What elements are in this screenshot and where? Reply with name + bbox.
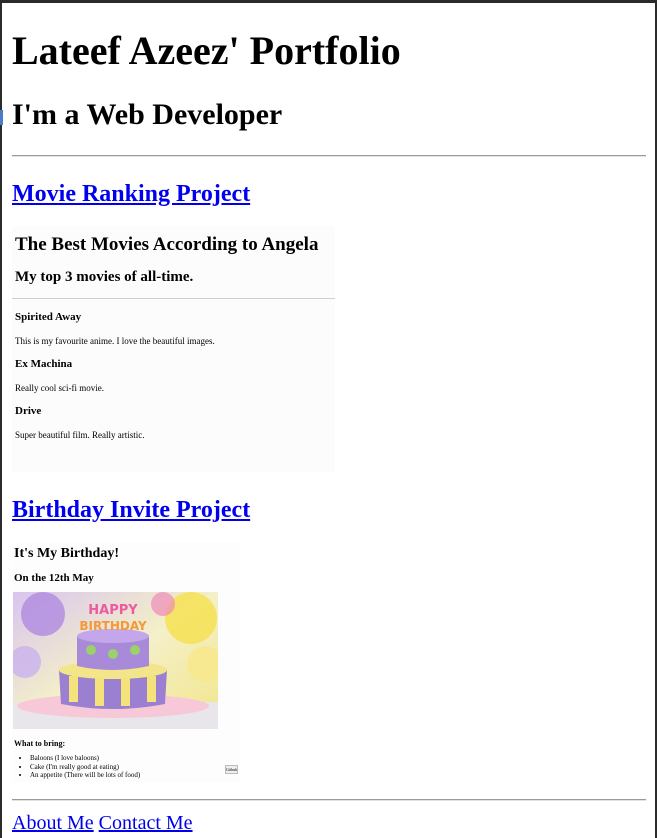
- birthday-preview-date: On the 12th May: [14, 572, 94, 584]
- birthday-preview-button[interactable]: Github: [225, 765, 238, 774]
- page-title: Lateef Azeez' Portfolio: [12, 28, 401, 73]
- bring-list-item: Cake (I'm really good at eating): [30, 763, 140, 772]
- birthday-preview-heading: It's My Birthday!: [14, 546, 119, 561]
- contact-me-link[interactable]: Contact Me: [99, 812, 193, 834]
- about-me-link[interactable]: About Me: [12, 812, 94, 834]
- bring-list-item: An appetite (There will be lots of food): [30, 771, 140, 780]
- what-to-bring-heading: What to bring:: [14, 739, 66, 748]
- movie-title: Spirited Away: [15, 311, 82, 323]
- movie-description: Really cool sci-fi movie.: [15, 383, 104, 393]
- movie-ranking-preview: The Best Movies According to Angela My t…: [12, 226, 335, 472]
- bring-list-item: Baloons (I love baloons): [30, 754, 140, 763]
- divider-bottom: [12, 799, 646, 801]
- movie-preview-divider: [12, 298, 335, 299]
- footer-nav: About Me Contact Me: [12, 811, 193, 835]
- svg-text:HAPPY: HAPPY: [88, 603, 138, 618]
- selection-edge-marker: [0, 110, 3, 125]
- divider-top: [12, 155, 646, 157]
- movie-title: Ex Machina: [15, 358, 73, 370]
- movie-ranking-project-link[interactable]: Movie Ranking Project: [12, 180, 250, 208]
- bring-list: Baloons (I love baloons) Cake (I'm reall…: [18, 754, 140, 780]
- birthday-invite-project-link[interactable]: Birthday Invite Project: [12, 496, 250, 524]
- movie-preview-subheading: My top 3 movies of all-time.: [15, 269, 194, 285]
- movie-title: Drive: [15, 405, 42, 417]
- window-frame-top: [0, 0, 657, 3]
- window-frame-left: [0, 0, 2, 838]
- birthday-invite-preview: It's My Birthday! On the 12th May HAPPY …: [12, 542, 240, 782]
- svg-text:BIRTHDAY: BIRTHDAY: [79, 619, 147, 633]
- page-subtitle: I'm a Web Developer: [12, 98, 283, 131]
- birthday-cake-image: HAPPY BIRTHDAY: [13, 592, 218, 729]
- movie-description: This is my favourite anime. I love the b…: [15, 336, 215, 346]
- movie-description: Super beautiful film. Really artistic.: [15, 430, 145, 440]
- movie-preview-heading: The Best Movies According to Angela: [15, 234, 319, 255]
